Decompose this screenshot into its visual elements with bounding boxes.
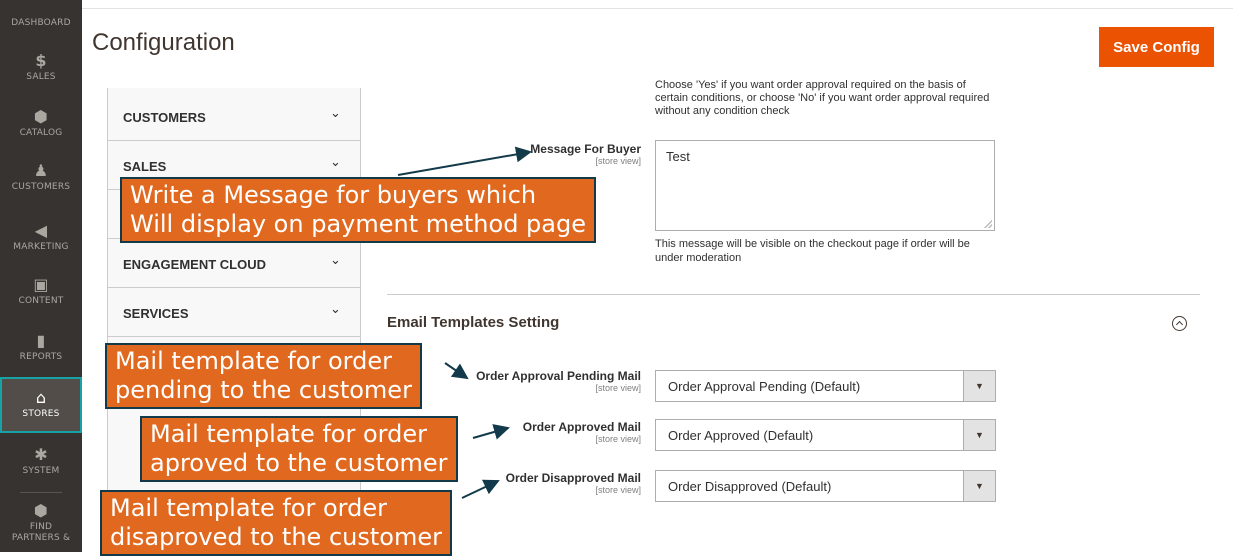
page-title: Configuration bbox=[92, 29, 235, 56]
nav-catalog[interactable]: ⬢ CATALOG bbox=[0, 108, 82, 148]
disapproved-mail-label: Order Disapproved Mail [store view] bbox=[470, 472, 641, 496]
nav-marketing-label: MARKETING bbox=[13, 242, 69, 252]
tab-services-label: SERVICES bbox=[123, 306, 189, 321]
header-divider bbox=[82, 8, 1233, 9]
pending-mail-name: Order Approval Pending Mail bbox=[476, 369, 641, 383]
tab-sales-label: SALES bbox=[123, 159, 167, 174]
tab-engagement-cloud[interactable]: ENGAGEMENT CLOUD ⌄ bbox=[108, 239, 360, 288]
sidebar-divider bbox=[20, 492, 62, 493]
nav-content-label: CONTENT bbox=[18, 296, 64, 306]
megaphone-icon: ◀ bbox=[34, 221, 48, 240]
nav-reports[interactable]: ▮ REPORTS bbox=[0, 332, 82, 372]
callout-disapproved-line-1: Mail template for order bbox=[110, 494, 387, 522]
callout-approved-line-1: Mail template for order bbox=[150, 420, 427, 448]
nav-sales-label: SALES bbox=[26, 72, 56, 82]
nav-customers[interactable]: ♟ CUSTOMERS bbox=[0, 162, 82, 202]
chevron-down-icon: ⌄ bbox=[330, 302, 341, 317]
nav-sales[interactable]: $ SALES bbox=[0, 52, 82, 92]
message-value: Test bbox=[666, 149, 690, 164]
dropdown-arrow-icon[interactable]: ▼ bbox=[963, 420, 995, 450]
scope-label: [store view] bbox=[595, 156, 641, 166]
chevron-down-icon: ⌄ bbox=[330, 253, 341, 268]
gear-icon: ✱ bbox=[34, 445, 48, 464]
email-templates-section-title[interactable]: Email Templates Setting bbox=[387, 314, 559, 331]
nav-dashboard-label: DASHBOARD bbox=[11, 18, 71, 28]
bar-chart-icon: ▮ bbox=[36, 331, 46, 350]
nav-content[interactable]: ▣ CONTENT bbox=[0, 276, 82, 316]
approved-mail-name: Order Approved Mail bbox=[522, 420, 641, 434]
message-for-buyer-name: Message For Buyer bbox=[530, 142, 641, 156]
message-help-text: This message will be visible on the chec… bbox=[655, 238, 970, 264]
dropdown-arrow-icon[interactable]: ▼ bbox=[963, 471, 995, 501]
nav-find-partners-label: FIND PARTNERS & bbox=[11, 522, 71, 543]
admin-sidebar: DASHBOARD $ SALES ⬢ CATALOG ♟ CUSTOMERS … bbox=[0, 0, 82, 552]
nav-marketing[interactable]: ◀ MARKETING bbox=[0, 222, 82, 262]
nav-stores[interactable]: ⌂ STORES bbox=[0, 377, 82, 433]
callout-pending-line-1: Mail template for order bbox=[115, 347, 392, 375]
approved-mail-label: Order Approved Mail [store view] bbox=[470, 421, 641, 445]
tab-services[interactable]: SERVICES ⌄ bbox=[108, 288, 360, 337]
nav-reports-label: REPORTS bbox=[19, 352, 63, 362]
chevron-up-circle-icon[interactable] bbox=[1172, 316, 1187, 331]
callout-approved: Mail template for order aproved to the c… bbox=[140, 416, 458, 482]
scope-label: [store view] bbox=[595, 434, 641, 444]
dollar-icon: $ bbox=[35, 51, 47, 70]
partners-cube-icon: ⬢ bbox=[33, 501, 49, 520]
person-icon: ♟ bbox=[33, 161, 49, 180]
nav-system[interactable]: ✱ SYSTEM bbox=[0, 446, 82, 486]
layout-icon: ▣ bbox=[33, 275, 49, 294]
nav-catalog-label: CATALOG bbox=[19, 128, 63, 138]
callout-approved-line-2: aproved to the customer bbox=[150, 449, 448, 477]
storefront-icon: ⌂ bbox=[35, 388, 47, 407]
nav-find-partners[interactable]: ⬢ FIND PARTNERS & bbox=[0, 502, 82, 552]
dropdown-arrow-icon[interactable]: ▼ bbox=[963, 371, 995, 401]
resize-grip-icon[interactable] bbox=[984, 220, 992, 228]
section-divider bbox=[387, 294, 1200, 295]
scope-label: [store view] bbox=[595, 383, 641, 393]
approval-help-text: Choose 'Yes' if you want order approval … bbox=[655, 79, 990, 117]
callout-disapproved-line-2: disaproved to the customer bbox=[110, 523, 442, 551]
tab-engagement-cloud-label: ENGAGEMENT CLOUD bbox=[123, 257, 266, 272]
chevron-down-icon: ⌄ bbox=[330, 106, 341, 121]
callout-pending-line-2: pending to the customer bbox=[115, 376, 412, 404]
approved-mail-value: Order Approved (Default) bbox=[668, 428, 814, 443]
disapproved-mail-select[interactable]: Order Disapproved (Default) ▼ bbox=[655, 470, 996, 502]
nav-dashboard[interactable]: DASHBOARD bbox=[0, 0, 82, 40]
pending-mail-select[interactable]: Order Approval Pending (Default) ▼ bbox=[655, 370, 996, 402]
callout-pending: Mail template for order pending to the c… bbox=[105, 343, 422, 409]
callout-message-line-2: Will display on payment method page bbox=[130, 210, 586, 238]
cube-icon: ⬢ bbox=[33, 107, 49, 126]
message-for-buyer-label: Message For Buyer [store view] bbox=[470, 143, 641, 167]
tab-customers-label: CUSTOMERS bbox=[123, 110, 206, 125]
nav-customers-label: CUSTOMERS bbox=[11, 182, 71, 192]
nav-system-label: SYSTEM bbox=[22, 466, 60, 476]
tab-customers[interactable]: CUSTOMERS ⌄ bbox=[108, 92, 360, 141]
nav-stores-label: STORES bbox=[22, 409, 60, 419]
callout-disapproved: Mail template for order disaproved to th… bbox=[100, 490, 452, 556]
pending-mail-label: Order Approval Pending Mail [store view] bbox=[450, 370, 641, 394]
chevron-down-icon: ⌄ bbox=[330, 155, 341, 170]
callout-message-line-1: Write a Message for buyers which bbox=[130, 181, 537, 209]
callout-message-for-buyer: Write a Message for buyers which Will di… bbox=[120, 177, 596, 243]
config-tabs: CUSTOMERS ⌄ SALES ⌄ ENGAGEMENT CLOUD ⌄ S… bbox=[107, 88, 361, 552]
pending-mail-value: Order Approval Pending (Default) bbox=[668, 379, 861, 394]
message-for-buyer-textarea[interactable]: Test bbox=[655, 140, 995, 231]
scope-label: [store view] bbox=[595, 485, 641, 495]
save-config-button[interactable]: Save Config bbox=[1099, 27, 1214, 67]
disapproved-mail-value: Order Disapproved (Default) bbox=[668, 479, 832, 494]
disapproved-mail-name: Order Disapproved Mail bbox=[505, 471, 641, 485]
approved-mail-select[interactable]: Order Approved (Default) ▼ bbox=[655, 419, 996, 451]
